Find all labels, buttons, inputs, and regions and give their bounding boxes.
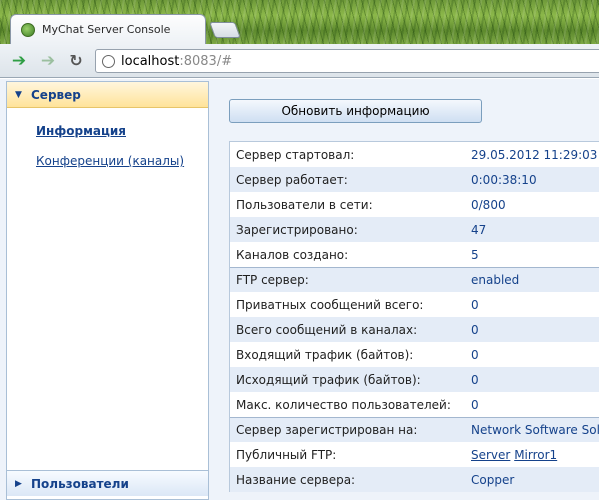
row-label: Сервер зарегистрирован на:: [236, 423, 418, 437]
ftp-server-link[interactable]: Server: [471, 448, 510, 462]
row-label: Пользователи в сети:: [236, 197, 373, 212]
table-row: Входящий трафик (байтов): 0: [230, 342, 599, 367]
tab-title: MyChat Server Console: [42, 23, 171, 36]
table-row: Сервер стартовал: 29.05.2012 11:29:03: [230, 142, 599, 167]
row-label: Макс. количество пользователей:: [236, 397, 451, 412]
ftp-mirror-link[interactable]: Mirror1: [514, 448, 557, 462]
row-label: Всего сообщений в каналах:: [236, 322, 418, 337]
new-tab-button[interactable]: [209, 22, 241, 38]
section-title: Сервер: [31, 87, 81, 102]
row-label: Каналов создано:: [236, 247, 349, 262]
sidebar: ▼ Сервер Информация Конференции (каналы)…: [6, 81, 209, 500]
table-row: Макс. количество пользователей: 0: [230, 392, 599, 417]
row-label: Исходящий трафик (байтов):: [236, 372, 421, 387]
row-value: 0: [471, 297, 479, 312]
refresh-info-button[interactable]: Обновить информацию: [229, 99, 482, 123]
browser-titlebar: MyChat Server Console: [0, 0, 599, 44]
url-rest: :8083/#: [179, 53, 233, 69]
server-info-table: Сервер стартовал: 29.05.2012 11:29:03 Се…: [229, 141, 599, 492]
row-label: Сервер стартовал:: [236, 147, 355, 162]
row-label: Приватных сообщений всего:: [236, 297, 424, 312]
row-value: 0: [471, 372, 479, 387]
forward-arrow-icon[interactable]: ➔: [38, 51, 58, 71]
page-body: ▼ Сервер Информация Конференции (каналы)…: [0, 79, 599, 500]
browser-toolbar: ➔ ➔ ↻ localhost:8083/#: [0, 44, 599, 78]
row-value: 5: [471, 247, 479, 262]
collapsed-arrow-icon: ▶: [15, 478, 22, 489]
table-row: Пользователи в сети: 0/800: [230, 192, 599, 217]
table-row: Сервер работает: 0:00:38:10: [230, 167, 599, 192]
expanded-arrow-icon: ▼: [15, 89, 22, 100]
row-label: Название сервера:: [236, 472, 356, 487]
row-value: 0: [471, 397, 479, 412]
row-label: Сервер работает:: [236, 172, 348, 187]
row-label: FTP сервер:: [236, 273, 309, 287]
table-row: Название сервера: Copper: [230, 467, 599, 492]
row-value: enabled: [471, 273, 520, 287]
table-row: Сервер зарегистрирован на: Network Softw…: [230, 417, 599, 442]
section-title: Пользователи: [31, 476, 129, 491]
table-row: FTP сервер: enabled: [230, 267, 599, 292]
url-host: localhost: [121, 53, 180, 69]
row-value: 0:00:38:10: [471, 172, 537, 187]
table-row: Публичный FTP: Server Mirror1: [230, 442, 599, 467]
browser-tab[interactable]: MyChat Server Console: [10, 14, 206, 44]
row-value: Network Software Solutions: [471, 423, 599, 437]
table-row: Приватных сообщений всего: 0: [230, 292, 599, 317]
row-value: 0: [471, 322, 479, 337]
favicon-icon: [21, 22, 35, 37]
row-value: 0/800: [471, 197, 506, 212]
sidebar-link-information[interactable]: Информация: [36, 124, 208, 138]
sidebar-section-server[interactable]: ▼ Сервер: [7, 82, 208, 108]
table-row: Зарегистрировано: 47: [230, 217, 599, 242]
row-value: 0: [471, 347, 479, 362]
table-row: Всего сообщений в каналах: 0: [230, 317, 599, 342]
row-label: Публичный FTP:: [236, 447, 337, 462]
back-arrow-icon[interactable]: ➔: [9, 51, 29, 71]
row-value: Copper: [471, 472, 515, 487]
sidebar-section-users[interactable]: ▶ Пользователи: [7, 470, 208, 496]
row-label: Входящий трафик (байтов):: [236, 347, 414, 362]
page-icon: [102, 54, 115, 68]
address-bar[interactable]: localhost:8083/#: [95, 49, 599, 73]
reload-icon[interactable]: ↻: [66, 51, 86, 71]
row-label: Зарегистрировано:: [236, 222, 358, 237]
main-content: Обновить информацию Сервер стартовал: 29…: [214, 79, 599, 500]
row-value: 29.05.2012 11:29:03: [471, 147, 598, 162]
table-row: Исходящий трафик (байтов): 0: [230, 367, 599, 392]
table-row: Каналов создано: 5: [230, 242, 599, 267]
sidebar-link-conferences[interactable]: Конференции (каналы): [36, 154, 208, 168]
row-value: 47: [471, 222, 487, 237]
row-value: Server Mirror1: [471, 448, 599, 462]
